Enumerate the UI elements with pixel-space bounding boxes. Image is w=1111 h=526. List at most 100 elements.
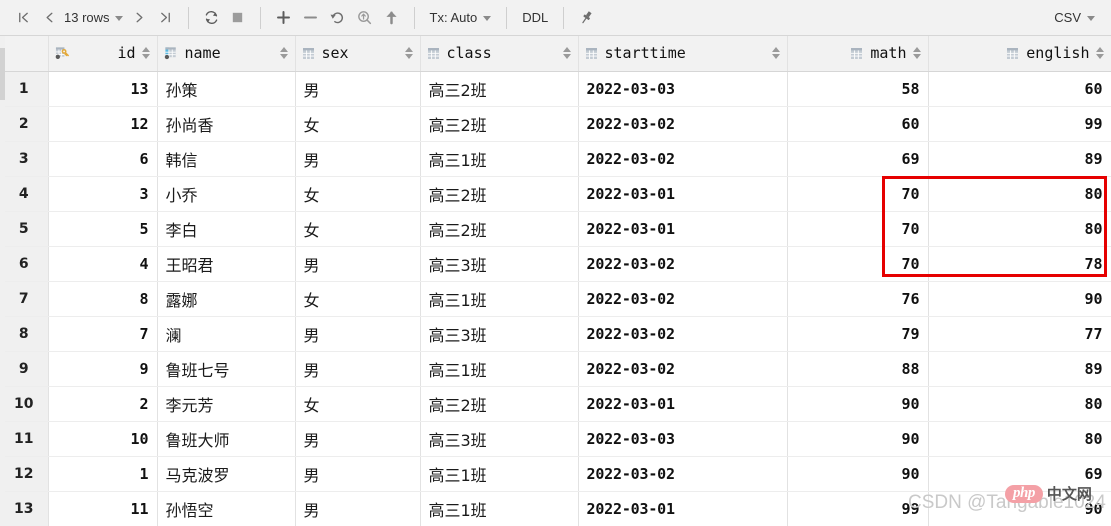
cell-english[interactable]: 80 — [928, 421, 1111, 457]
row-number-cell[interactable]: 6 — [0, 246, 49, 282]
add-row-icon[interactable] — [270, 4, 297, 32]
pin-icon[interactable] — [573, 4, 600, 32]
cell-english[interactable]: 69 — [928, 456, 1111, 492]
cell-id[interactable]: 2 — [48, 386, 158, 422]
cell-english[interactable]: 80 — [928, 386, 1111, 422]
cell-starttime[interactable]: 2022-03-01 — [578, 386, 788, 422]
export-format-dropdown[interactable]: CSV — [1048, 10, 1101, 25]
cell-name[interactable]: 孙策 — [157, 71, 296, 107]
cell-id[interactable]: 5 — [48, 211, 158, 247]
cell-class[interactable]: 高三3班 — [420, 421, 579, 457]
cell-english[interactable]: 80 — [928, 211, 1111, 247]
row-number-cell[interactable]: 4 — [0, 176, 49, 212]
cell-name[interactable]: 小乔 — [157, 176, 296, 212]
cell-class[interactable]: 高三1班 — [420, 281, 579, 317]
row-number-cell[interactable]: 7 — [0, 281, 49, 317]
cell-sex[interactable]: 男 — [295, 246, 421, 282]
find-replace-icon[interactable] — [351, 4, 378, 32]
transaction-mode-dropdown[interactable]: Tx: Auto — [424, 10, 498, 25]
table-row[interactable]: 2 12 孙尚香女高三2班 2022-03-02 60 99 — [0, 106, 1111, 142]
cell-sex[interactable]: 男 — [295, 491, 421, 526]
cell-name[interactable]: 李元芳 — [157, 386, 296, 422]
table-row[interactable]: 7 8 露娜女高三1班 2022-03-02 76 90 — [0, 281, 1111, 317]
cell-class[interactable]: 高三1班 — [420, 351, 579, 387]
sort-toggle-icon[interactable] — [912, 46, 922, 60]
result-grid[interactable]: id name sex class starttime math english… — [0, 36, 1111, 526]
submit-icon[interactable] — [378, 4, 405, 32]
cell-sex[interactable]: 男 — [295, 456, 421, 492]
sort-toggle-icon[interactable] — [279, 46, 289, 60]
column-header-id[interactable]: id — [48, 36, 158, 72]
remove-row-icon[interactable] — [297, 4, 324, 32]
row-number-cell[interactable]: 13 — [0, 491, 49, 526]
cell-english[interactable]: 90 — [928, 491, 1111, 526]
cell-sex[interactable]: 男 — [295, 316, 421, 352]
cell-sex[interactable]: 女 — [295, 106, 421, 142]
column-header-name[interactable]: name — [157, 36, 296, 72]
table-row[interactable]: 3 6 韩信男高三1班 2022-03-02 69 89 — [0, 141, 1111, 177]
cell-english[interactable]: 78 — [928, 246, 1111, 282]
table-row[interactable]: 5 5 李白女高三2班 2022-03-01 70 80 — [0, 211, 1111, 247]
column-header-starttime[interactable]: starttime — [578, 36, 788, 72]
cell-math[interactable]: 58 — [787, 71, 929, 107]
row-number-cell[interactable]: 8 — [0, 316, 49, 352]
column-header-class[interactable]: class — [420, 36, 579, 72]
cell-starttime[interactable]: 2022-03-02 — [578, 141, 788, 177]
cell-name[interactable]: 澜 — [157, 316, 296, 352]
cell-name[interactable]: 李白 — [157, 211, 296, 247]
revert-icon[interactable] — [324, 4, 351, 32]
cell-class[interactable]: 高三2班 — [420, 71, 579, 107]
cell-starttime[interactable]: 2022-03-03 — [578, 71, 788, 107]
column-header-math[interactable]: math — [787, 36, 929, 72]
cell-name[interactable]: 马克波罗 — [157, 456, 296, 492]
column-header-english[interactable]: english — [928, 36, 1111, 72]
cell-starttime[interactable]: 2022-03-02 — [578, 246, 788, 282]
cell-english[interactable]: 90 — [928, 281, 1111, 317]
cell-starttime[interactable]: 2022-03-02 — [578, 106, 788, 142]
table-row[interactable]: 13 11 孙悟空男高三1班 2022-03-01 99 90 — [0, 491, 1111, 526]
sort-toggle-icon[interactable] — [771, 46, 781, 60]
cell-starttime[interactable]: 2022-03-02 — [578, 351, 788, 387]
cell-english[interactable]: 99 — [928, 106, 1111, 142]
cell-id[interactable]: 10 — [48, 421, 158, 457]
table-row[interactable]: 8 7 澜男高三3班 2022-03-02 79 77 — [0, 316, 1111, 352]
row-count-dropdown[interactable]: 13 rows — [62, 10, 127, 25]
vertical-scrollbar[interactable] — [0, 36, 5, 526]
row-number-cell[interactable]: 1 — [0, 71, 49, 107]
cell-id[interactable]: 6 — [48, 141, 158, 177]
cell-starttime[interactable]: 2022-03-03 — [578, 421, 788, 457]
cell-name[interactable]: 露娜 — [157, 281, 296, 317]
scrollbar-thumb[interactable] — [0, 48, 5, 100]
cell-starttime[interactable]: 2022-03-01 — [578, 491, 788, 526]
cell-class[interactable]: 高三1班 — [420, 491, 579, 526]
prev-page-icon[interactable] — [36, 4, 62, 32]
first-page-icon[interactable] — [10, 4, 36, 32]
cell-name[interactable]: 孙悟空 — [157, 491, 296, 526]
cell-math[interactable]: 70 — [787, 246, 929, 282]
stop-icon[interactable] — [225, 4, 251, 32]
refresh-icon[interactable] — [198, 4, 225, 32]
cell-sex[interactable]: 女 — [295, 176, 421, 212]
cell-starttime[interactable]: 2022-03-01 — [578, 211, 788, 247]
table-row[interactable]: 4 3 小乔女高三2班 2022-03-01 70 80 — [0, 176, 1111, 212]
cell-english[interactable]: 80 — [928, 176, 1111, 212]
last-page-icon[interactable] — [153, 4, 179, 32]
column-header-sex[interactable]: sex — [295, 36, 421, 72]
cell-class[interactable]: 高三3班 — [420, 316, 579, 352]
cell-math[interactable]: 90 — [787, 386, 929, 422]
row-number-cell[interactable]: 2 — [0, 106, 49, 142]
cell-math[interactable]: 76 — [787, 281, 929, 317]
cell-sex[interactable]: 女 — [295, 281, 421, 317]
cell-starttime[interactable]: 2022-03-02 — [578, 456, 788, 492]
cell-class[interactable]: 高三2班 — [420, 176, 579, 212]
cell-math[interactable]: 69 — [787, 141, 929, 177]
cell-class[interactable]: 高三2班 — [420, 106, 579, 142]
next-page-icon[interactable] — [127, 4, 153, 32]
cell-class[interactable]: 高三2班 — [420, 211, 579, 247]
cell-sex[interactable]: 男 — [295, 421, 421, 457]
cell-id[interactable]: 12 — [48, 106, 158, 142]
table-row[interactable]: 1 13 孙策男高三2班 2022-03-03 58 60 — [0, 71, 1111, 107]
cell-name[interactable]: 鲁班七号 — [157, 351, 296, 387]
sort-toggle-icon[interactable] — [141, 46, 151, 60]
table-row[interactable]: 10 2 李元芳女高三2班 2022-03-01 90 80 — [0, 386, 1111, 422]
